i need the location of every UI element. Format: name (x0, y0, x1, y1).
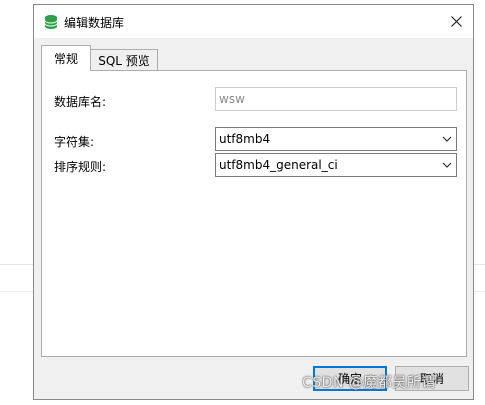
charset-value: utf8mb4 (219, 132, 271, 146)
close-button[interactable] (439, 5, 473, 38)
watermark: CSDN @魔都吴所谓 (302, 375, 436, 391)
charset-label: 字符集: (54, 135, 95, 149)
chevron-down-icon (442, 136, 452, 142)
tab-sql-preview[interactable]: SQL 预览 (90, 49, 158, 71)
tab-general[interactable]: 常规 (41, 45, 91, 71)
database-icon (44, 15, 58, 29)
db-name-label: 数据库名: (54, 95, 107, 109)
collation-label: 排序规则: (54, 160, 107, 174)
general-panel: 数据库名: wsw 字符集: utf8mb4 排序规则: utf8mb4_gen… (41, 70, 467, 357)
charset-select[interactable]: utf8mb4 (215, 127, 457, 151)
title-bar: 编辑数据库 (34, 5, 473, 38)
chevron-down-icon (442, 162, 452, 168)
collation-select[interactable]: utf8mb4_general_ci (215, 153, 457, 177)
close-icon (450, 16, 462, 27)
edit-database-dialog: 编辑数据库 常规 SQL 预览 数据库名: wsw 字符集: utf8mb4 排… (33, 4, 474, 400)
db-name-field[interactable]: wsw (215, 87, 457, 111)
collation-value: utf8mb4_general_ci (219, 158, 338, 172)
db-name-value: wsw (219, 92, 245, 106)
dialog-title: 编辑数据库 (64, 16, 125, 30)
